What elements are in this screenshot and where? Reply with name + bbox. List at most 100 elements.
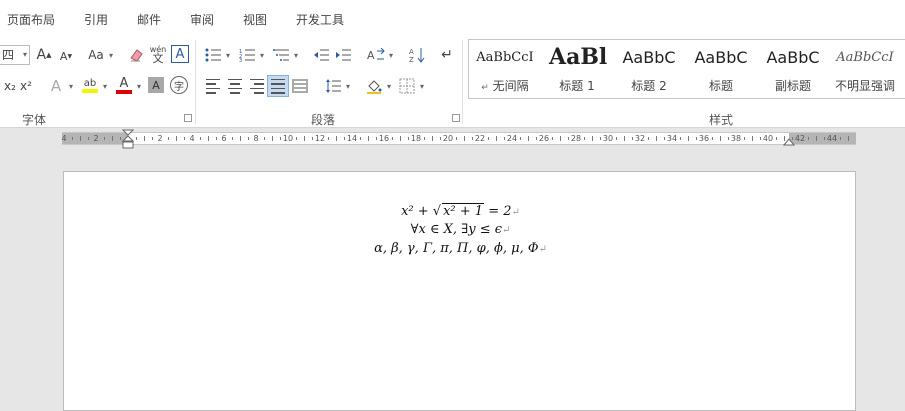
sort-button[interactable]: AZ bbox=[407, 45, 427, 65]
svg-text:3: 3 bbox=[239, 58, 242, 62]
ruler-label: 4 bbox=[61, 134, 67, 143]
ruler-tick bbox=[424, 137, 425, 140]
char-shading-icon: A bbox=[152, 78, 160, 92]
line-spacing-button[interactable] bbox=[323, 76, 350, 96]
justify-button[interactable] bbox=[267, 75, 289, 97]
shrink-font-icon: A bbox=[59, 49, 68, 63]
style-sample: AaBbCcI bbox=[836, 50, 894, 65]
enclose-char-button[interactable]: 字 bbox=[170, 76, 188, 94]
tab-developer[interactable]: 开发工具 bbox=[296, 11, 344, 28]
style-subtitle[interactable]: AaBbC 副标题 bbox=[757, 40, 829, 98]
ruler-label: 2 bbox=[93, 134, 99, 143]
paragraph-dialog-launcher-icon[interactable] bbox=[452, 114, 460, 122]
tab-page-layout[interactable]: 页面布局 bbox=[7, 11, 55, 28]
paragraph-mark-icon: ↵ bbox=[502, 225, 511, 236]
ruler-label: 24 bbox=[506, 134, 518, 143]
equation-line-2[interactable]: ∀x ∈ X, ∃y ≤ ϵ↵ bbox=[64, 222, 857, 237]
char-shading-button[interactable]: A bbox=[148, 77, 164, 93]
ruler-tick bbox=[432, 136, 433, 141]
grow-font-button[interactable]: A ▲ bbox=[34, 45, 54, 65]
ruler-tick bbox=[120, 137, 121, 140]
ruler-tick bbox=[696, 137, 697, 140]
style-sample: AaBbC bbox=[622, 48, 676, 67]
text-effect-button[interactable]: A bbox=[46, 76, 73, 96]
style-subtle-emphasis[interactable]: AaBbCcI 不明显强调 bbox=[829, 40, 901, 98]
borders-button[interactable] bbox=[397, 76, 424, 96]
ruler-tick bbox=[184, 137, 185, 140]
tab-mailings[interactable]: 邮件 bbox=[137, 11, 161, 28]
ruler-tick bbox=[592, 136, 593, 141]
chinese-layout-button[interactable]: A bbox=[366, 45, 393, 65]
style-sample: AaBbC bbox=[694, 48, 748, 67]
numbering-button[interactable]: 123 bbox=[237, 45, 264, 65]
ruler-tick bbox=[488, 137, 489, 140]
right-indent-marker-icon[interactable] bbox=[783, 136, 795, 146]
paragraph-mark-icon: ↵ bbox=[441, 47, 453, 63]
increase-indent-button[interactable] bbox=[333, 45, 353, 65]
char-border-icon: A bbox=[175, 46, 185, 62]
superscript-button[interactable]: x² bbox=[16, 76, 36, 96]
align-right-icon bbox=[250, 78, 264, 94]
style-name: 标题 1 bbox=[559, 79, 595, 93]
equation-line-3[interactable]: α, β, γ, Γ, π, Π, φ, ϕ, μ, Φ↵ bbox=[64, 241, 857, 256]
ruler-tick bbox=[808, 137, 809, 140]
ruler-tick bbox=[752, 136, 753, 141]
ruler-label: 22 bbox=[474, 134, 486, 143]
highlight-button[interactable]: ab bbox=[80, 76, 107, 96]
bullets-icon bbox=[205, 48, 221, 62]
ruler-label: 42 bbox=[794, 134, 806, 143]
style-no-spacing[interactable]: AaBbCcI ↵ 无间隔 bbox=[469, 40, 541, 98]
shrink-font-button[interactable]: A ▼ bbox=[56, 46, 76, 66]
horizontal-ruler[interactable]: 4 2 2 4 6 8 10 12 14 16 18 20 22 24 26 28 30 32 34 36 38 40 42… bbox=[61, 132, 856, 145]
ruler-tick bbox=[824, 137, 825, 140]
document-page[interactable]: x² + √ x² + 1 = 2↵ ∀x ∈ X, ∃y ≤ ϵ↵ α, β, … bbox=[63, 171, 856, 411]
svg-text:Z: Z bbox=[409, 56, 414, 63]
tab-review[interactable]: 审阅 bbox=[190, 11, 214, 28]
shading-button[interactable] bbox=[364, 76, 391, 96]
ruler-tick bbox=[744, 137, 745, 140]
ruler-tick bbox=[280, 137, 281, 140]
ruler-tick bbox=[632, 137, 633, 140]
ruler-tick bbox=[176, 136, 177, 141]
tab-references[interactable]: 引用 bbox=[84, 11, 108, 28]
style-sample: AaBbCcI bbox=[476, 50, 534, 65]
font-dialog-launcher-icon[interactable] bbox=[184, 114, 192, 122]
bullets-button[interactable] bbox=[203, 45, 230, 65]
ruler-tick bbox=[656, 136, 657, 141]
tab-view[interactable]: 视图 bbox=[243, 11, 267, 28]
show-marks-button[interactable]: ↵ bbox=[437, 45, 457, 65]
phonetic-guide-button[interactable]: wén 文 bbox=[148, 44, 168, 64]
font-color-button[interactable]: A bbox=[114, 76, 141, 96]
ruler-label: 44 bbox=[826, 134, 838, 143]
ruler-tick bbox=[776, 137, 777, 140]
change-case-button[interactable]: Aa bbox=[86, 45, 113, 65]
ruler-label: 2 bbox=[157, 134, 163, 143]
ruler-tick bbox=[568, 137, 569, 140]
subscript-icon: x₂ bbox=[4, 79, 16, 93]
ruler-tick bbox=[536, 137, 537, 140]
chinese-layout-icon: A bbox=[367, 48, 385, 62]
ruler-tick bbox=[336, 136, 337, 141]
font-color-icon: A bbox=[119, 76, 129, 91]
ruler-tick bbox=[520, 137, 521, 140]
char-border-button[interactable]: A bbox=[171, 45, 189, 63]
clear-format-button[interactable] bbox=[126, 45, 146, 65]
ruler-tick bbox=[248, 137, 249, 140]
distributed-button[interactable] bbox=[290, 76, 310, 96]
equation-line-1[interactable]: x² + √ x² + 1 = 2↵ bbox=[64, 203, 857, 219]
style-heading-1[interactable]: AaBl 标题 1 bbox=[541, 40, 613, 98]
ruler-tick bbox=[208, 136, 209, 141]
align-right-button[interactable] bbox=[247, 76, 267, 96]
align-center-button[interactable] bbox=[225, 76, 245, 96]
indent-marker-icon[interactable] bbox=[122, 129, 134, 153]
style-heading-2[interactable]: AaBbC 标题 2 bbox=[613, 40, 685, 98]
align-left-button[interactable] bbox=[203, 76, 223, 96]
paragraph-group-label: 段落 bbox=[311, 113, 336, 127]
ruler-tick bbox=[112, 136, 113, 141]
multilevel-list-button[interactable] bbox=[271, 45, 298, 65]
decrease-indent-button[interactable] bbox=[311, 45, 331, 65]
change-case-icon: Aa bbox=[88, 48, 104, 62]
ruler-tick bbox=[440, 137, 441, 140]
style-title[interactable]: AaBbC 标题 bbox=[685, 40, 757, 98]
font-size-select[interactable]: 四 ▾ bbox=[0, 45, 30, 65]
